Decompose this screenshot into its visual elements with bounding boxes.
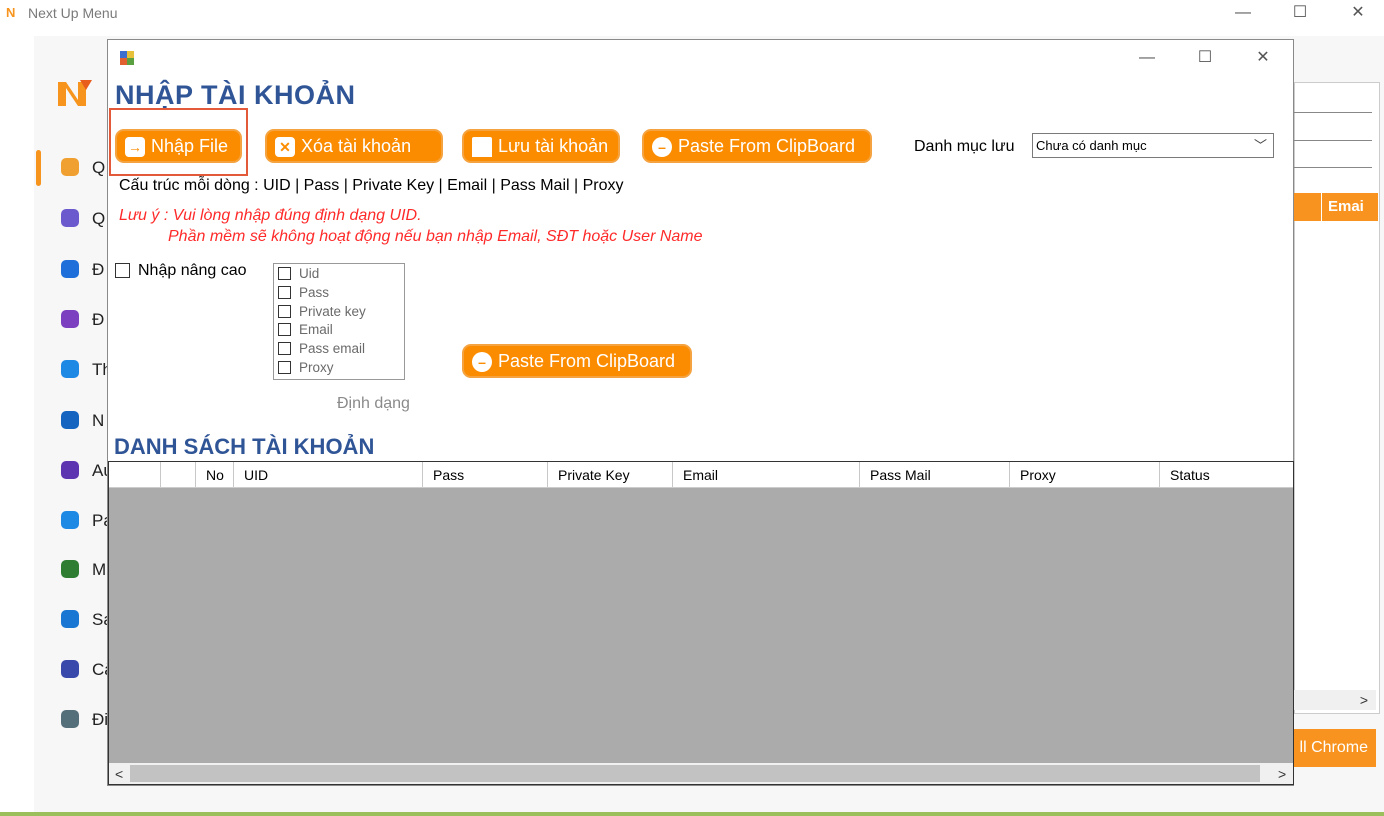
checkbox[interactable] [278, 361, 291, 374]
grid-col-select[interactable] [109, 462, 160, 487]
dialog-minimize-button[interactable]: — [1132, 48, 1162, 68]
checkbox[interactable] [278, 304, 291, 318]
paste-clipboard-advanced-button[interactable]: – Paste From ClipBoard [462, 344, 692, 378]
database-icon[interactable] [58, 206, 82, 230]
quote-icon[interactable] [58, 458, 82, 482]
field-option-pass[interactable]: Pass [278, 284, 329, 303]
category-label: Danh mục lưu [914, 138, 1015, 155]
outer-window-title: Next Up Menu [28, 5, 118, 21]
category-select[interactable]: Chưa có danh mục ﹀ [1032, 133, 1274, 158]
paste-clipboard-advanced-label: Paste From ClipBoard [498, 351, 676, 371]
app-logo-icon: N [6, 5, 16, 20]
dialog-maximize-button[interactable]: ☐ [1190, 48, 1220, 68]
user-manage-icon[interactable] [58, 155, 82, 179]
advanced-import-label: Nhập nâng cao [138, 262, 247, 279]
chat-icon[interactable] [58, 408, 82, 432]
background-scrollbar[interactable]: > [1294, 690, 1376, 710]
paste-clipboard-label: Paste From ClipBoard [678, 136, 856, 156]
dialog-title: NHẬP TÀI KHOẢN [115, 80, 356, 110]
grid-col-status[interactable]: Status [1159, 462, 1293, 487]
clipboard-paste-icon: – [652, 137, 672, 157]
grid-col-check[interactable] [160, 462, 195, 487]
dialog-close-button[interactable]: ✕ [1248, 48, 1278, 68]
background-chrome-button[interactable]: ll Chrome [1286, 729, 1376, 767]
grid-col-no[interactable]: No [195, 462, 233, 487]
delete-account-button[interactable]: ✕ Xóa tài khoản [265, 129, 443, 163]
clipboard-icon[interactable] [58, 707, 82, 731]
dialog-window-icon [120, 51, 134, 65]
paste-clipboard-button[interactable]: – Paste From ClipBoard [642, 129, 872, 163]
warning-note-line2: Phần mềm sẽ không hoạt động nếu bạn nhập… [168, 228, 703, 245]
clipboard-paste-icon: – [472, 352, 492, 372]
account-grid-header: No UID Pass Private Key Email Pass Mail … [109, 462, 1293, 488]
field-option-private-key[interactable]: Private key [278, 303, 366, 322]
checkbox[interactable] [278, 267, 291, 280]
field-option-label: Pass [299, 285, 330, 300]
outer-close-button[interactable]: ✕ [1343, 3, 1373, 23]
save-account-button[interactable]: Lưu tài khoản [462, 129, 620, 163]
grid-col-pass[interactable]: Pass [422, 462, 547, 487]
checkbox[interactable] [278, 342, 291, 355]
field-option-label: Uid [299, 266, 320, 281]
dots-icon[interactable] [58, 357, 82, 381]
highlight-box [109, 108, 248, 176]
bottom-border [0, 812, 1384, 816]
outer-minimize-button[interactable]: — [1228, 3, 1258, 23]
background-table-panel [1294, 82, 1380, 714]
background-email-header: Emai [1328, 198, 1364, 215]
grid-col-proxy[interactable]: Proxy [1009, 462, 1159, 487]
checkbox[interactable] [278, 286, 291, 299]
delete-account-label: Xóa tài khoản [301, 136, 412, 156]
field-option-uid[interactable]: Uid [278, 265, 319, 284]
chevron-down-icon[interactable]: ﹀ [1254, 134, 1267, 157]
save-account-label: Lưu tài khoản [498, 136, 609, 156]
background-scroll-right-icon[interactable]: > [1360, 690, 1368, 711]
sidebar-active-indicator [36, 150, 41, 186]
background-table-header: Emai [1294, 193, 1378, 221]
network-icon[interactable] [58, 307, 82, 331]
field-option-proxy[interactable]: Proxy [278, 359, 334, 378]
field-checklist: Uid Pass Private key Email Pass email Pr… [273, 263, 405, 380]
category-select-value: Chưa có danh mục [1036, 138, 1147, 153]
store-icon[interactable] [58, 557, 82, 581]
grid-scroll-thumb[interactable] [130, 765, 1260, 782]
checkbox[interactable] [278, 323, 291, 336]
format-label: Định dạng [337, 395, 410, 412]
grid-col-uid[interactable]: UID [233, 462, 422, 487]
account-list-title: DANH SÁCH TÀI KHOẢN [114, 434, 375, 459]
outer-titlebar [0, 0, 1384, 30]
scroll-left-icon[interactable]: < [115, 764, 123, 785]
scroll-right-icon[interactable]: > [1278, 764, 1286, 785]
id-card-icon[interactable] [58, 257, 82, 281]
next-lab-logo-icon [58, 80, 92, 106]
delete-x-icon: ✕ [275, 137, 295, 157]
advanced-import-checkbox[interactable] [115, 263, 130, 278]
field-option-email[interactable]: Email [278, 321, 333, 340]
background-input-line [1294, 112, 1372, 113]
grid-col-private-key[interactable]: Private Key [547, 462, 672, 487]
field-option-label: Proxy [299, 360, 334, 375]
field-option-pass-email[interactable]: Pass email [278, 340, 365, 359]
document-search-icon[interactable] [58, 607, 82, 631]
warning-note-line1: Lưu ý : Vui lòng nhập đúng định dạng UID… [119, 207, 422, 224]
field-option-label: Private key [299, 303, 366, 319]
field-option-label: Pass email [299, 341, 366, 356]
grid-col-pass-mail[interactable]: Pass Mail [859, 462, 1009, 487]
structure-description: Cấu trúc mỗi dòng : UID | Pass | Private… [119, 177, 624, 194]
field-option-label: Email [299, 322, 333, 337]
outer-maximize-button[interactable]: ☐ [1285, 3, 1315, 23]
settings-gears-icon[interactable] [58, 657, 82, 681]
grid-col-email[interactable]: Email [672, 462, 859, 487]
upload-icon[interactable] [58, 508, 82, 532]
bookmark-icon [472, 137, 492, 157]
background-input-line [1294, 167, 1372, 168]
account-grid[interactable] [108, 461, 1294, 785]
background-input-line [1294, 140, 1372, 141]
